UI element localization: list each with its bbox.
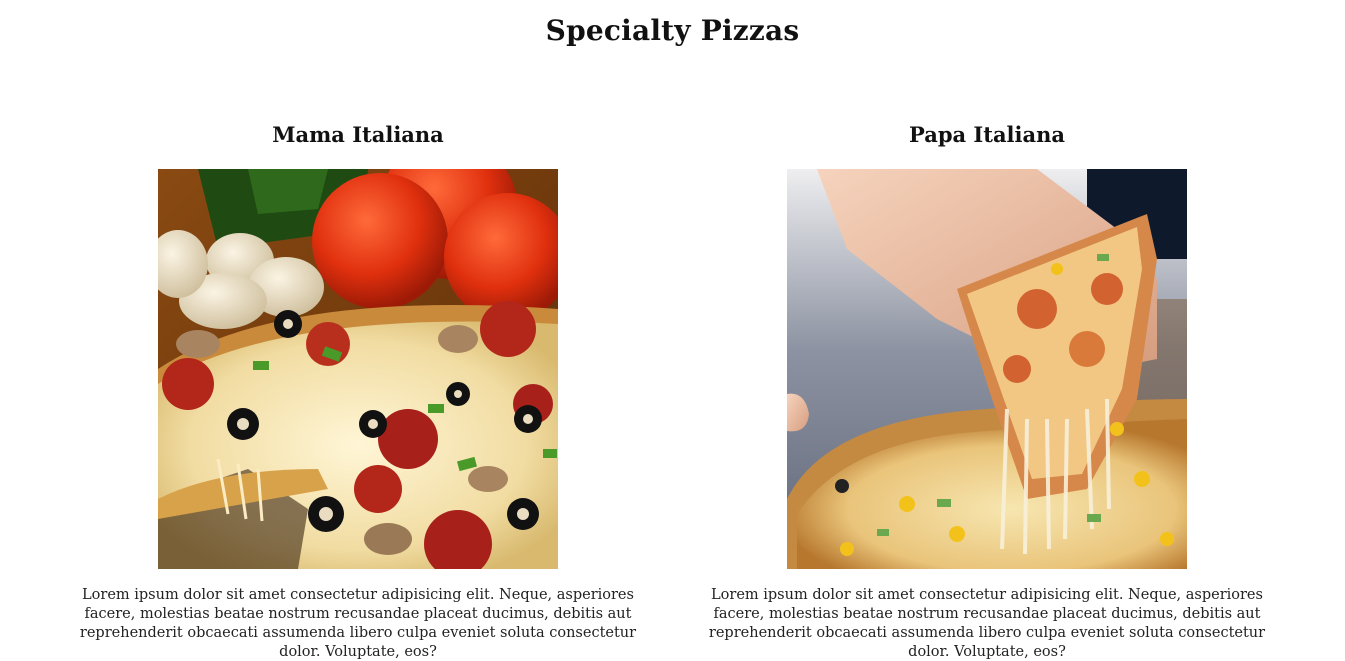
pizza-card-papa-italiana: Papa Italiana Lorem ipsum dolor sit amet…	[707, 120, 1267, 660]
pizza-description: Lorem ipsum dolor sit amet consectetur a…	[708, 587, 1266, 660]
pizza-name: Mama Italiana	[272, 122, 444, 147]
pizza-description: Lorem ipsum dolor sit amet consectetur a…	[79, 587, 637, 660]
pizza-card-mama-italiana: Mama Italiana Lorem ipsum dolor sit amet…	[78, 120, 638, 660]
pizza-name: Papa Italiana	[908, 122, 1065, 147]
specialty-pizzas-section: Specialty Pizzas Mama Italiana Lorem ips…	[0, 0, 1345, 661]
pizza-photo-papa-italiana	[787, 169, 1187, 569]
page-title: Specialty Pizzas	[545, 14, 800, 47]
pizza-photo-mama-italiana	[158, 169, 558, 569]
